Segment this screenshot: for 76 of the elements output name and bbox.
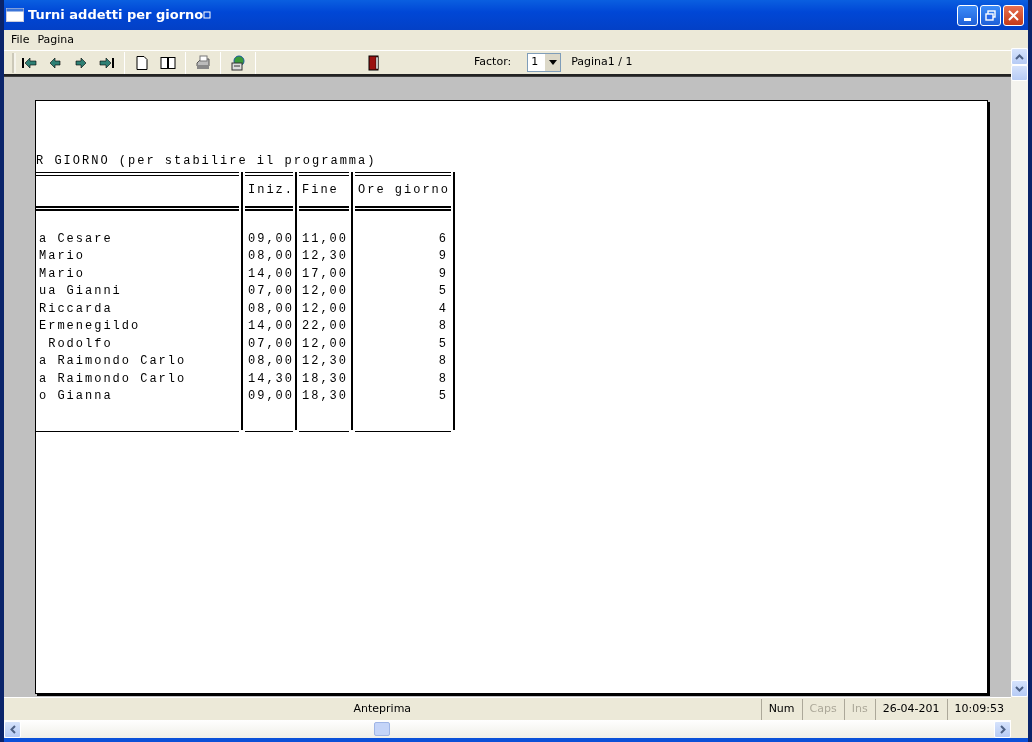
status-panel: Num — [760, 698, 802, 720]
table-cell: 11,00 — [302, 231, 348, 246]
menu-item[interactable]: Pagina — [33, 31, 79, 49]
left-chevron-icon — [9, 724, 16, 734]
horizontal-scrollbar[interactable] — [4, 720, 1011, 738]
table-cell: 07,00 — [248, 284, 294, 298]
menu-item[interactable]: File — [7, 31, 34, 49]
table-cell: 5 — [438, 336, 448, 351]
scroll-thumb[interactable] — [374, 722, 390, 736]
table-cell: a Cesare — [39, 231, 113, 246]
table-cell: 8 — [438, 371, 448, 386]
factor-dropdown[interactable]: 1 — [527, 53, 562, 72]
page-icon — [134, 54, 150, 71]
printer-icon — [195, 54, 211, 71]
table-cell: 14,00 — [248, 319, 294, 333]
table-cell: 9 — [438, 266, 448, 281]
table-cell: 18,30 — [302, 389, 348, 403]
table-cell: o Gianna — [39, 389, 113, 403]
table-cell: Ermenegildo — [39, 319, 141, 333]
restore-button[interactable] — [980, 4, 1001, 26]
close-button[interactable] — [1003, 4, 1024, 26]
status-panel: 10:09:53 — [946, 698, 1011, 720]
page-indicator: Pagina1 / 1 — [571, 54, 633, 71]
status-panel: Ins — [843, 698, 875, 720]
table-cell: 8 — [438, 354, 448, 368]
status-panel: 26-04-201 — [874, 698, 947, 720]
table-cell: 08,00 — [248, 301, 294, 316]
report-heading: R GIORNO (per stabilire il programma) — [36, 153, 378, 170]
table-cell: 9 — [438, 249, 448, 263]
door-icon — [365, 54, 381, 71]
minimize-icon — [964, 17, 971, 21]
status-message: Anteprima — [352, 700, 413, 717]
window-icon — [6, 8, 24, 22]
table-cell: 14,30 — [248, 371, 294, 386]
table-cell: 12,00 — [302, 301, 348, 316]
two-pages-icon — [160, 54, 176, 71]
table-cell: 5 — [438, 284, 448, 298]
right-chevron-icon — [999, 724, 1006, 734]
table-cell: 18,30 — [302, 371, 348, 386]
table-cell: 09,00 — [248, 231, 294, 246]
table-cell: 12,00 — [302, 336, 348, 351]
vertical-scrollbar[interactable] — [1011, 48, 1028, 697]
table-cell: 07,00 — [248, 336, 294, 351]
table-cell: Mario — [39, 249, 85, 263]
table-cell: 08,00 — [248, 354, 294, 368]
scroll-up-button[interactable] — [1011, 48, 1028, 65]
restore-icon — [985, 9, 996, 21]
square-icon — [203, 11, 212, 19]
table-cell: 08,00 — [248, 249, 294, 263]
table-cell: Mario — [39, 266, 85, 281]
table-cell: a Raimondo Carlo — [39, 371, 187, 386]
table-cell: 22,00 — [302, 319, 348, 333]
window-title: Turni addetti per giorno — [28, 6, 204, 25]
scroll-down-button[interactable] — [1011, 680, 1028, 697]
globe-document-icon — [230, 54, 246, 71]
scroll-right-button[interactable] — [994, 720, 1011, 738]
factor-label: Factor: — [474, 54, 512, 71]
table-cell: 12,30 — [302, 249, 348, 263]
table-cell: 09,00 — [248, 389, 294, 403]
table-cell: 8 — [438, 319, 448, 333]
close-icon — [1008, 9, 1019, 21]
table-cell: a Raimondo Carlo — [39, 354, 187, 368]
table-cell: 17,00 — [302, 266, 348, 281]
table-cell: 14,00 — [248, 266, 294, 281]
minimize-button[interactable] — [957, 4, 978, 26]
table-cell: ua Gianni — [39, 284, 122, 298]
table-cell: 12,30 — [302, 354, 348, 368]
table-cell: 12,00 — [302, 284, 348, 298]
table-cell-text: Rodolfo — [47, 336, 113, 351]
table-cell: Riccarda — [39, 301, 113, 316]
scroll-left-button[interactable] — [4, 720, 21, 738]
table-cell: 6 — [438, 231, 448, 246]
status-panel: Caps — [801, 698, 844, 720]
caret-icon — [548, 60, 557, 65]
table-cell: 4 — [438, 301, 448, 316]
table-cell: 5 — [438, 389, 448, 403]
